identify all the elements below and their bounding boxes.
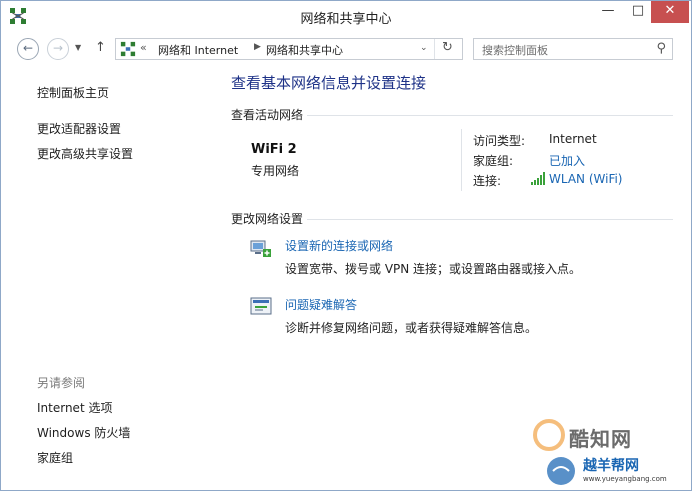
- navigation-bar: ← → ▼ ↑ « 网络和 Internet ▶ 网络和共享中心 ⌄ ↻ 搜索控…: [1, 31, 691, 67]
- network-type-link[interactable]: 专用网络: [251, 162, 299, 179]
- section-divider: [307, 115, 673, 116]
- window: 网络和共享中心 — □ ✕ ← → ▼ ↑ « 网络和 Internet ▶ 网…: [0, 0, 692, 491]
- sidebar-item-change-advanced-sharing[interactable]: 更改高级共享设置: [37, 145, 133, 162]
- watermark-brand: 越羊帮网: [583, 458, 639, 474]
- troubleshoot-desc: 诊断并修复网络问题，或者获得疑难解答信息。: [285, 321, 538, 335]
- sidebar-item-control-panel-home[interactable]: 控制面板主页: [37, 84, 109, 101]
- connection-wlan-link[interactable]: WLAN (WiFi): [549, 172, 623, 186]
- address-dropdown-button[interactable]: ⌄: [420, 43, 428, 53]
- breadcrumb-sharing-center[interactable]: 网络和共享中心: [266, 42, 343, 58]
- watermark-text: 酷知网: [569, 427, 632, 451]
- sidebar-item-change-adapter-settings[interactable]: 更改适配器设置: [37, 120, 121, 137]
- refresh-button[interactable]: ↻: [442, 40, 453, 55]
- setup-new-connection-link[interactable]: 设置新的连接或网络: [285, 237, 393, 254]
- breadcrumb-network-internet[interactable]: 网络和 Internet: [158, 42, 238, 58]
- network-divider: [461, 129, 462, 191]
- wifi-signal-icon: [531, 172, 545, 185]
- watermark-url: www.yueyangbang.com: [583, 475, 667, 483]
- up-button[interactable]: ↑: [95, 40, 106, 55]
- troubleshoot-icon: [250, 297, 272, 315]
- see-also-heading: 另请参阅: [37, 376, 86, 390]
- search-icon[interactable]: ⚲: [656, 41, 666, 56]
- network-name: WiFi 2: [251, 142, 297, 157]
- network-center-icon: [120, 41, 136, 57]
- section-divider: [307, 219, 673, 220]
- close-button[interactable]: ✕: [651, 1, 689, 23]
- active-networks-title: 查看活动网络: [231, 108, 304, 122]
- access-type-label: 访问类型:: [473, 134, 526, 148]
- address-bar[interactable]: « 网络和 Internet ▶ 网络和共享中心 ⌄ ↻: [115, 38, 463, 60]
- connection-label: 连接:: [473, 174, 502, 188]
- new-connection-icon: [250, 240, 271, 257]
- breadcrumb-arrow-icon[interactable]: ▶: [254, 42, 261, 52]
- title-bar[interactable]: 网络和共享中心 — □ ✕: [1, 1, 691, 31]
- sidebar-item-windows-firewall[interactable]: Windows 防火墙: [37, 424, 130, 441]
- change-settings-title: 更改网络设置: [231, 212, 304, 226]
- forward-button[interactable]: →: [47, 38, 69, 60]
- address-overflow-button[interactable]: «: [140, 41, 147, 54]
- maximize-button[interactable]: □: [623, 1, 653, 23]
- sidebar-item-homegroup[interactable]: 家庭组: [37, 449, 73, 466]
- sidebar-item-internet-options[interactable]: Internet 选项: [37, 399, 112, 416]
- page-title: 查看基本网络信息并设置连接: [231, 74, 427, 92]
- troubleshoot-link[interactable]: 问题疑难解答: [285, 296, 357, 313]
- setup-new-connection-desc: 设置宽带、拨号或 VPN 连接；或设置路由器或接入点。: [285, 262, 582, 276]
- homegroup-link[interactable]: 已加入: [549, 152, 585, 169]
- access-type-value: Internet: [549, 132, 597, 146]
- address-divider: [434, 39, 435, 59]
- back-button[interactable]: ←: [17, 38, 39, 60]
- sidebar: 控制面板主页 更改适配器设置 更改高级共享设置 另请参阅 Internet 选项…: [1, 67, 219, 490]
- homegroup-label: 家庭组:: [473, 154, 514, 168]
- search-placeholder: 搜索控制面板: [482, 44, 548, 57]
- minimize-button[interactable]: —: [593, 1, 623, 23]
- recent-locations-button[interactable]: ▼: [75, 43, 81, 52]
- window-title: 网络和共享中心: [300, 12, 392, 27]
- search-input[interactable]: 搜索控制面板 ⚲: [473, 38, 673, 60]
